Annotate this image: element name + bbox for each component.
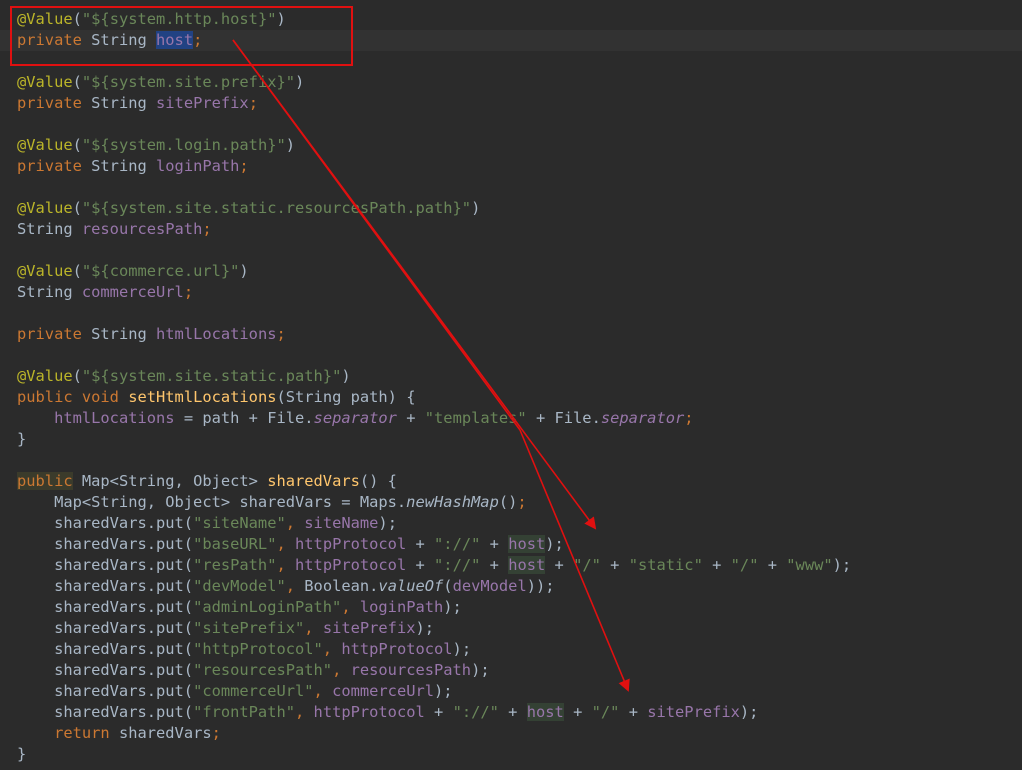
annotation-overlay — [10, 6, 630, 692]
code-editor[interactable]: @Value("${system.http.host}") private Str… — [0, 0, 1022, 770]
highlight-box — [10, 6, 353, 66]
arrow-segment-1 — [232, 39, 521, 431]
arrow-to-frontpath-host — [519, 429, 630, 692]
